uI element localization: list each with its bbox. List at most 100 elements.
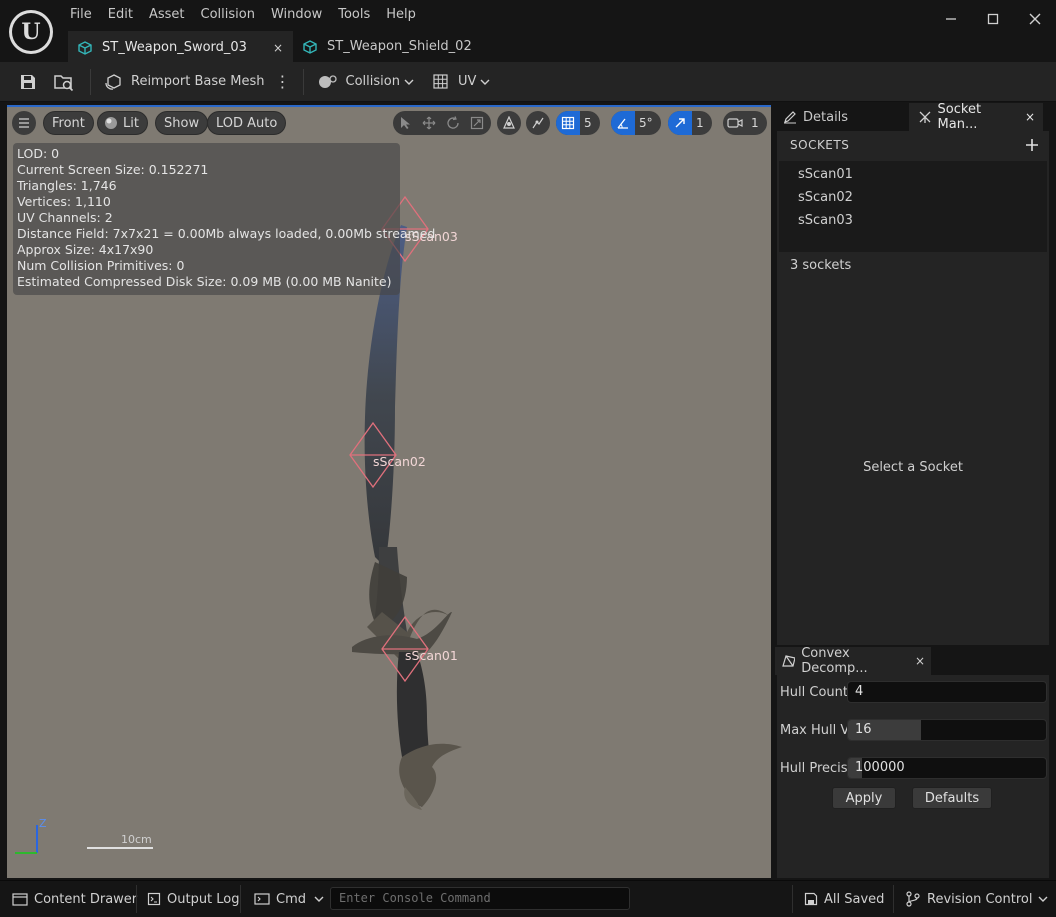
stat-collision-primitives: Num Collision Primitives: 0 bbox=[17, 258, 185, 273]
tab-socket-manager[interactable]: Socket Man... × bbox=[909, 102, 1043, 132]
output-log-button[interactable]: Output Log bbox=[147, 887, 240, 911]
maximize-icon bbox=[987, 13, 999, 25]
minimize-button[interactable] bbox=[930, 0, 972, 38]
chevron-down-icon bbox=[1038, 896, 1048, 902]
convex-tab-label: Convex Decomp... bbox=[801, 646, 868, 676]
surface-snap-button[interactable] bbox=[526, 111, 550, 135]
uv-dropdown[interactable]: UV bbox=[426, 67, 496, 97]
lighting-mode-button[interactable]: Lit bbox=[97, 111, 148, 135]
tab-sword[interactable]: ST_Weapon_Sword_03 × bbox=[68, 31, 294, 62]
socket-list-item[interactable]: sScan02 bbox=[779, 186, 1047, 209]
cmd-label: Cmd bbox=[276, 891, 306, 907]
scale-snap-toggle[interactable] bbox=[668, 111, 692, 135]
select-tool-button[interactable] bbox=[393, 111, 417, 135]
pencil-icon bbox=[784, 111, 796, 124]
tab-shield[interactable]: ST_Weapon_Shield_02 bbox=[293, 31, 482, 62]
max-hull-verts-slider[interactable]: 16 bbox=[847, 719, 1047, 741]
mesh-viewport[interactable]: sScan03 sScan02 sScan01 LOD: 0 Current S… bbox=[7, 105, 771, 878]
tab-convex-decomposition[interactable]: Convex Decomp... × bbox=[775, 646, 931, 676]
static-mesh-icon bbox=[78, 40, 92, 55]
hull-precision-slider[interactable]: 100000 bbox=[847, 757, 1047, 779]
surface-snap-icon bbox=[532, 117, 544, 129]
translate-tool-button[interactable] bbox=[417, 111, 441, 135]
scale-snap-group[interactable]: 1 bbox=[668, 111, 712, 135]
chevron-down-icon bbox=[480, 79, 490, 85]
convex-decomposition-panel: Hull Count 4 Max Hull Ve 16 Hull Precisi… bbox=[777, 675, 1049, 878]
close-tab-icon[interactable]: × bbox=[273, 41, 283, 55]
view-mode-front-button[interactable]: Front bbox=[43, 111, 94, 135]
menu-file[interactable]: File bbox=[62, 4, 100, 25]
menu-help[interactable]: Help bbox=[378, 4, 424, 25]
close-window-button[interactable] bbox=[1014, 0, 1056, 38]
menu-edit[interactable]: Edit bbox=[100, 4, 141, 25]
grid-snap-toggle[interactable] bbox=[556, 111, 580, 135]
hull-precision-value: 100000 bbox=[855, 760, 905, 775]
lod-auto-button[interactable]: LOD Auto bbox=[207, 111, 287, 135]
minimize-icon bbox=[946, 18, 956, 20]
rotation-snap-toggle[interactable] bbox=[611, 111, 635, 135]
hull-count-row: Hull Count 4 bbox=[777, 681, 1049, 705]
show-flags-button[interactable]: Show bbox=[155, 111, 209, 135]
stat-vertices: Vertices: 1,110 bbox=[17, 194, 111, 209]
defaults-button[interactable]: Defaults bbox=[912, 787, 992, 809]
content-drawer-button[interactable]: Content Drawer bbox=[12, 887, 137, 911]
save-status-icon bbox=[804, 892, 818, 906]
hull-count-field[interactable]: 4 bbox=[847, 681, 1047, 703]
angle-icon bbox=[617, 118, 628, 129]
reimport-base-mesh-button[interactable]: Reimport Base Mesh bbox=[99, 67, 271, 97]
chevron-down-icon bbox=[314, 896, 324, 902]
title-bar: U File Edit Asset Collision Window Tools… bbox=[0, 0, 1056, 62]
save-button[interactable] bbox=[10, 66, 46, 98]
lit-sphere-icon bbox=[105, 117, 117, 129]
right-panel-tabs: Details Socket Man... × bbox=[775, 102, 1056, 132]
details-tab-label: Details bbox=[803, 109, 849, 125]
hull-precision-row: Hull Precisi 100000 bbox=[777, 757, 1049, 781]
cmd-dropdown[interactable]: Cmd bbox=[254, 887, 330, 911]
status-divider bbox=[893, 885, 894, 913]
reimport-label: Reimport Base Mesh bbox=[131, 74, 265, 89]
scale-icon bbox=[470, 116, 484, 130]
menu-collision[interactable]: Collision bbox=[193, 4, 263, 25]
rotation-snap-group[interactable]: 5° bbox=[611, 111, 661, 135]
socket-list-item[interactable]: sScan01 bbox=[779, 163, 1047, 186]
viewport-options-button[interactable] bbox=[12, 111, 36, 135]
menu-tools[interactable]: Tools bbox=[330, 4, 378, 25]
rotate-tool-button[interactable] bbox=[441, 111, 465, 135]
stat-triangles: Triangles: 1,746 bbox=[17, 178, 117, 193]
close-convex-tab-icon[interactable]: × bbox=[915, 654, 925, 668]
scale-bar bbox=[87, 847, 153, 849]
move-arrows-icon bbox=[422, 116, 436, 130]
tab-details[interactable]: Details bbox=[775, 103, 909, 131]
close-socket-tab-icon[interactable]: × bbox=[1025, 110, 1035, 124]
socket-list-item[interactable]: sScan03 bbox=[779, 209, 1047, 232]
console-command-input[interactable]: Enter Console Command bbox=[330, 887, 630, 910]
local-space-button[interactable] bbox=[497, 111, 521, 135]
socket-details-panel: Select a Socket bbox=[777, 289, 1049, 645]
camera-speed-toggle[interactable] bbox=[723, 111, 747, 135]
apply-button[interactable]: Apply bbox=[832, 787, 896, 809]
maximize-button[interactable] bbox=[972, 0, 1014, 38]
all-saved-button[interactable]: All Saved bbox=[804, 887, 884, 911]
stat-lod: LOD: 0 bbox=[17, 146, 60, 161]
scale-ruler: 10cm bbox=[87, 833, 153, 849]
socket-list: sScan01 sScan02 sScan03 bbox=[779, 161, 1047, 252]
add-socket-plus-icon[interactable] bbox=[1025, 138, 1039, 152]
cursor-icon bbox=[401, 117, 410, 129]
hamburger-menu-icon bbox=[19, 118, 29, 128]
camera-speed-group[interactable]: 1 bbox=[723, 111, 767, 135]
max-hull-verts-value: 16 bbox=[855, 722, 872, 737]
menu-asset[interactable]: Asset bbox=[141, 4, 193, 25]
menu-window[interactable]: Window bbox=[263, 4, 330, 25]
collision-dropdown[interactable]: Collision bbox=[312, 67, 420, 97]
camera-speed-value: 1 bbox=[751, 116, 759, 130]
window-controls bbox=[930, 0, 1056, 38]
content-drawer-label: Content Drawer bbox=[34, 891, 138, 907]
scale-tool-button[interactable] bbox=[465, 111, 489, 135]
socket-tab-label: Socket Man... bbox=[937, 102, 982, 132]
document-tabs: ST_Weapon_Sword_03 × ST_Weapon_Shield_02 bbox=[68, 31, 482, 62]
grid-snap-group[interactable]: 5 bbox=[556, 111, 600, 135]
revision-control-dropdown[interactable]: Revision Control bbox=[905, 887, 1054, 911]
reimport-options-kebab-icon[interactable]: ⋮ bbox=[271, 72, 295, 91]
rotation-snap-value: 5° bbox=[639, 116, 653, 130]
browse-asset-button[interactable] bbox=[46, 66, 82, 98]
